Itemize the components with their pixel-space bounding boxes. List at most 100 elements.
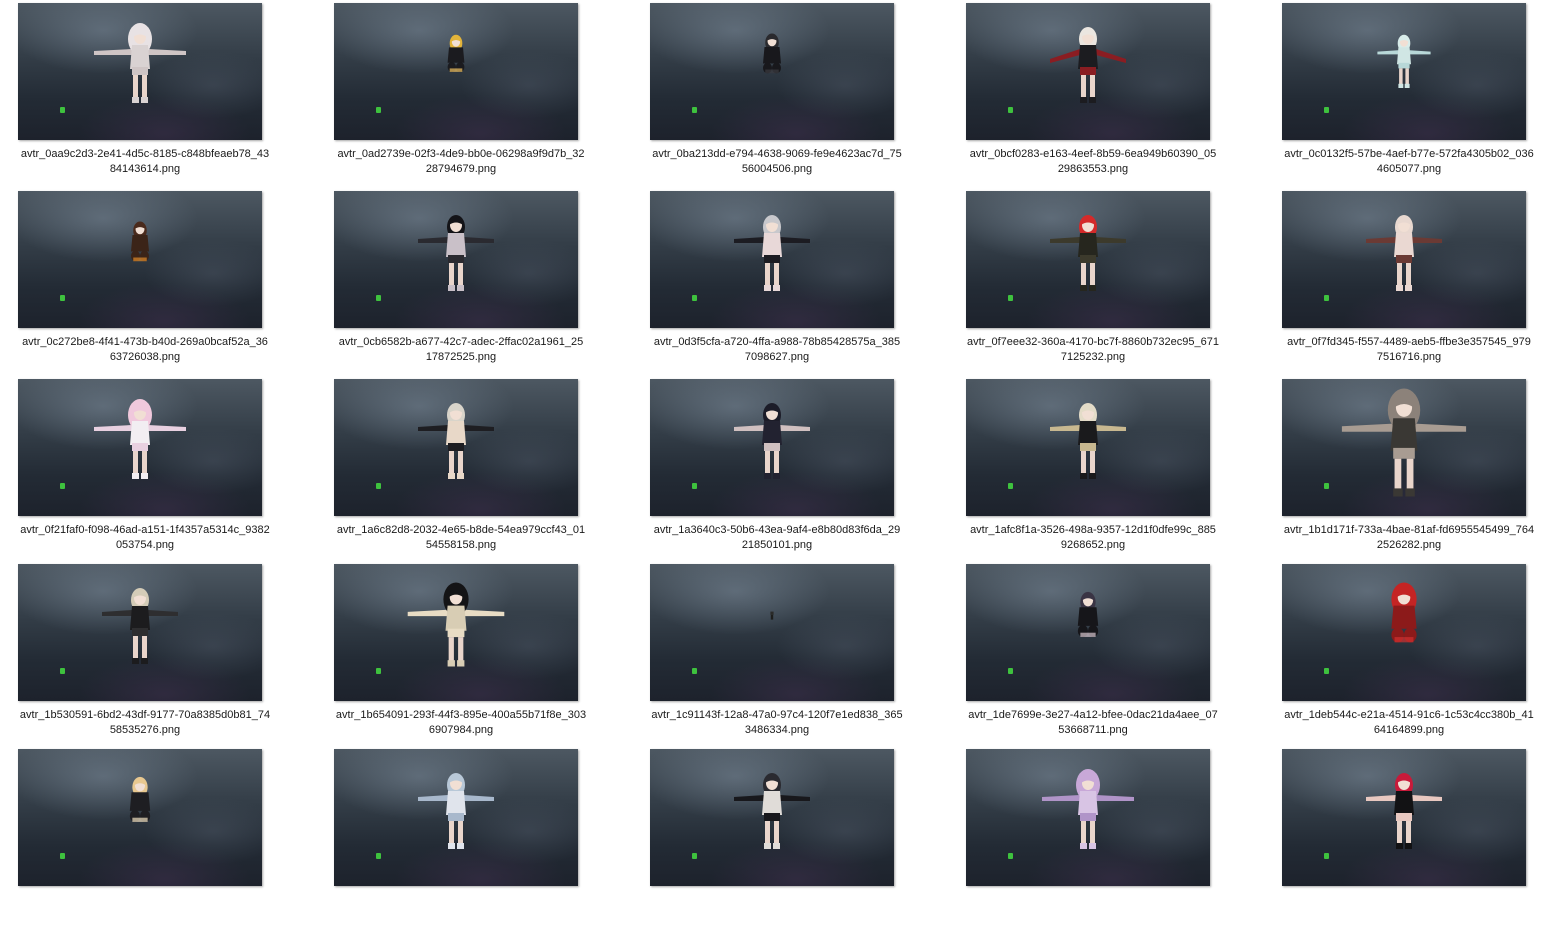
file-name[interactable]: avtr_1c91143f-12a8-47a0-97c4-120f7e1ed83… [632,708,922,738]
file-item[interactable]: avtr_0cb6582b-a677-42c7-adec-2ffac02a196… [316,188,606,372]
file-item[interactable]: avtr_1b1d171f-733a-4bae-81af-fd695554549… [1264,376,1551,560]
avatar-right-arm [1409,50,1431,55]
avatar-right-shoe [773,473,780,479]
file-thumbnail[interactable] [650,379,894,516]
file-item[interactable]: avtr_1a6c82d8-2032-4e65-b8de-54ea979ccf4… [316,376,606,560]
file-name[interactable]: avtr_0ba213dd-e794-4638-9069-fe9e4623ac7… [632,147,922,177]
file-thumbnail[interactable] [18,564,262,701]
file-thumbnail[interactable] [966,749,1210,886]
file-thumbnail[interactable] [1282,191,1526,328]
file-thumbnail[interactable] [1282,564,1526,701]
file-item[interactable]: avtr_1afc8f1a-3526-498a-9357-12d1f0dfe99… [948,376,1238,560]
file-item[interactable]: avtr_0ad2739e-02f3-4de9-bb0e-06298a9f9d7… [316,0,606,184]
file-name-line-1: avtr_0d3f5cfa-a720-4ffa-a988-78b85428575… [653,336,901,348]
file-thumbnail[interactable] [334,379,578,516]
avatar-figure [1366,215,1442,291]
avatar-hips [132,443,148,451]
avatar-hips [132,628,148,636]
file-name[interactable]: avtr_1b1d171f-733a-4bae-81af-fd695554549… [1264,523,1551,553]
file-item[interactable]: avtr_1b530591-6bd2-43df-9177-70a8385d0b8… [0,561,290,745]
file-thumbnail[interactable] [1282,3,1526,140]
file-thumbnail[interactable] [650,191,894,328]
file-thumbnail[interactable] [18,379,262,516]
file-thumbnail[interactable] [650,564,894,701]
avatar-right-shoe [1089,97,1096,103]
file-name[interactable]: avtr_1b530591-6bd2-43df-9177-70a8385d0b8… [0,708,290,738]
file-name[interactable]: avtr_0d3f5cfa-a720-4ffa-a988-78b85428575… [632,335,922,365]
thumbnail-image [418,215,494,291]
file-name[interactable]: avtr_0f21faf0-f098-46ad-a151-1f4357a5314… [0,523,290,553]
file-name[interactable]: avtr_0c0132f5-57be-4aef-b77e-572fa4305b0… [1264,147,1551,177]
file-name[interactable]: avtr_0f7eee32-360a-4170-bc7f-8860b732ec9… [948,335,1238,365]
file-item[interactable]: avtr_0f7fd345-f557-4489-aeb5-ffbe3e35754… [1264,188,1551,372]
file-thumbnail[interactable] [966,564,1210,701]
avatar-left-arm [1341,423,1394,432]
file-name[interactable]: avtr_0cb6582b-a677-42c7-adec-2ffac02a196… [316,335,606,365]
file-item[interactable]: avtr_0c272be8-4f41-473b-b40d-269a0bcaf52… [0,188,290,372]
file-name-line-2: 58535276.png [109,724,181,736]
file-name[interactable]: avtr_0f7fd345-f557-4489-aeb5-ffbe3e35754… [1264,335,1551,365]
file-thumbnail[interactable] [334,3,578,140]
thumbnail-image [447,34,465,72]
avatar-right-shoe [141,473,148,479]
file-item[interactable]: avtr_1deb544c-e21a-4514-91c6-1c53c4cc380… [1264,561,1551,745]
avatar-torso [763,47,781,64]
avatar-right-arm [148,610,178,616]
file-name-line-2: 64164899.png [1373,724,1445,736]
file-thumbnail[interactable] [650,3,894,140]
avatar-head [770,611,774,615]
file-thumbnail[interactable] [334,191,578,328]
file-item[interactable] [632,746,922,930]
file-name[interactable]: avtr_0bcf0283-e163-4eef-8b59-6ea949b6039… [948,147,1238,177]
file-item[interactable]: avtr_0f7eee32-360a-4170-bc7f-8860b732ec9… [948,188,1238,372]
file-item[interactable]: avtr_1de7699e-3e27-4a12-bfee-0dac21da4ae… [948,561,1238,745]
file-name-line-2: 7098627.png [744,351,810,363]
file-name[interactable]: avtr_0c272be8-4f41-473b-b40d-269a0bcaf52… [0,335,290,365]
file-item[interactable]: avtr_0ba213dd-e794-4638-9069-fe9e4623ac7… [632,0,922,184]
file-thumbnail[interactable] [650,749,894,886]
file-thumbnail[interactable] [334,564,578,701]
file-name[interactable]: avtr_1b654091-293f-44f3-895e-400a55b71f8… [316,708,606,738]
file-item[interactable]: avtr_0bcf0283-e163-4eef-8b59-6ea949b6039… [948,0,1238,184]
avatar-figure [102,588,178,664]
thumbnail-image [1050,27,1126,103]
file-item[interactable] [948,746,1238,930]
file-name[interactable]: avtr_1a3640c3-50b6-43ea-9af4-e8b80d83f6d… [632,523,922,553]
file-name[interactable]: avtr_1a6c82d8-2032-4e65-b8de-54ea979ccf4… [316,523,606,553]
file-thumbnail[interactable] [18,3,262,140]
file-name[interactable]: avtr_1deb544c-e21a-4514-91c6-1c53c4cc380… [1264,708,1551,738]
file-name[interactable]: avtr_0ad2739e-02f3-4de9-bb0e-06298a9f9d7… [316,147,606,177]
file-item[interactable] [1264,746,1551,930]
file-item[interactable]: avtr_0d3f5cfa-a720-4ffa-a988-78b85428575… [632,188,922,372]
avatar-torso [130,421,150,445]
file-name-line-2: 21850101.png [741,539,813,551]
file-thumbnail[interactable] [18,191,262,328]
avatar-torso [1391,605,1417,629]
thumbnail-image [770,611,774,620]
file-name[interactable]: avtr_1afc8f1a-3526-498a-9357-12d1f0dfe99… [948,523,1238,553]
avatar-left-arm [1366,237,1396,243]
avatar-detail [1394,637,1414,643]
avatar-torso [762,421,782,445]
file-item[interactable]: avtr_1c91143f-12a8-47a0-97c4-120f7e1ed83… [632,561,922,745]
file-thumbnail[interactable] [1282,749,1526,886]
file-thumbnail[interactable] [18,749,262,886]
file-thumbnail[interactable] [1282,379,1526,516]
file-item[interactable] [0,746,290,930]
file-thumbnail[interactable] [966,3,1210,140]
file-thumbnail[interactable] [966,191,1210,328]
avatar-right-shoe [1089,285,1096,291]
file-item[interactable] [316,746,606,930]
avatar-right-arm [1096,49,1126,63]
file-name[interactable]: avtr_1de7699e-3e27-4a12-bfee-0dac21da4ae… [948,708,1238,738]
file-item[interactable]: avtr_1b654091-293f-44f3-895e-400a55b71f8… [316,561,606,745]
file-thumbnail[interactable] [966,379,1210,516]
file-item[interactable]: avtr_0aa9c2d3-2e41-4d5c-8185-c848bfeaeb7… [0,0,290,184]
file-name[interactable]: avtr_0aa9c2d3-2e41-4d5c-8185-c848bfeaeb7… [0,147,290,177]
status-marker-icon [1008,853,1013,859]
file-item[interactable]: avtr_1a3640c3-50b6-43ea-9af4-e8b80d83f6d… [632,376,922,560]
avatar-right-shoe [1089,473,1096,479]
file-item[interactable]: avtr_0f21faf0-f098-46ad-a151-1f4357a5314… [0,376,290,560]
file-thumbnail[interactable] [334,749,578,886]
file-item[interactable]: avtr_0c0132f5-57be-4aef-b77e-572fa4305b0… [1264,0,1551,184]
